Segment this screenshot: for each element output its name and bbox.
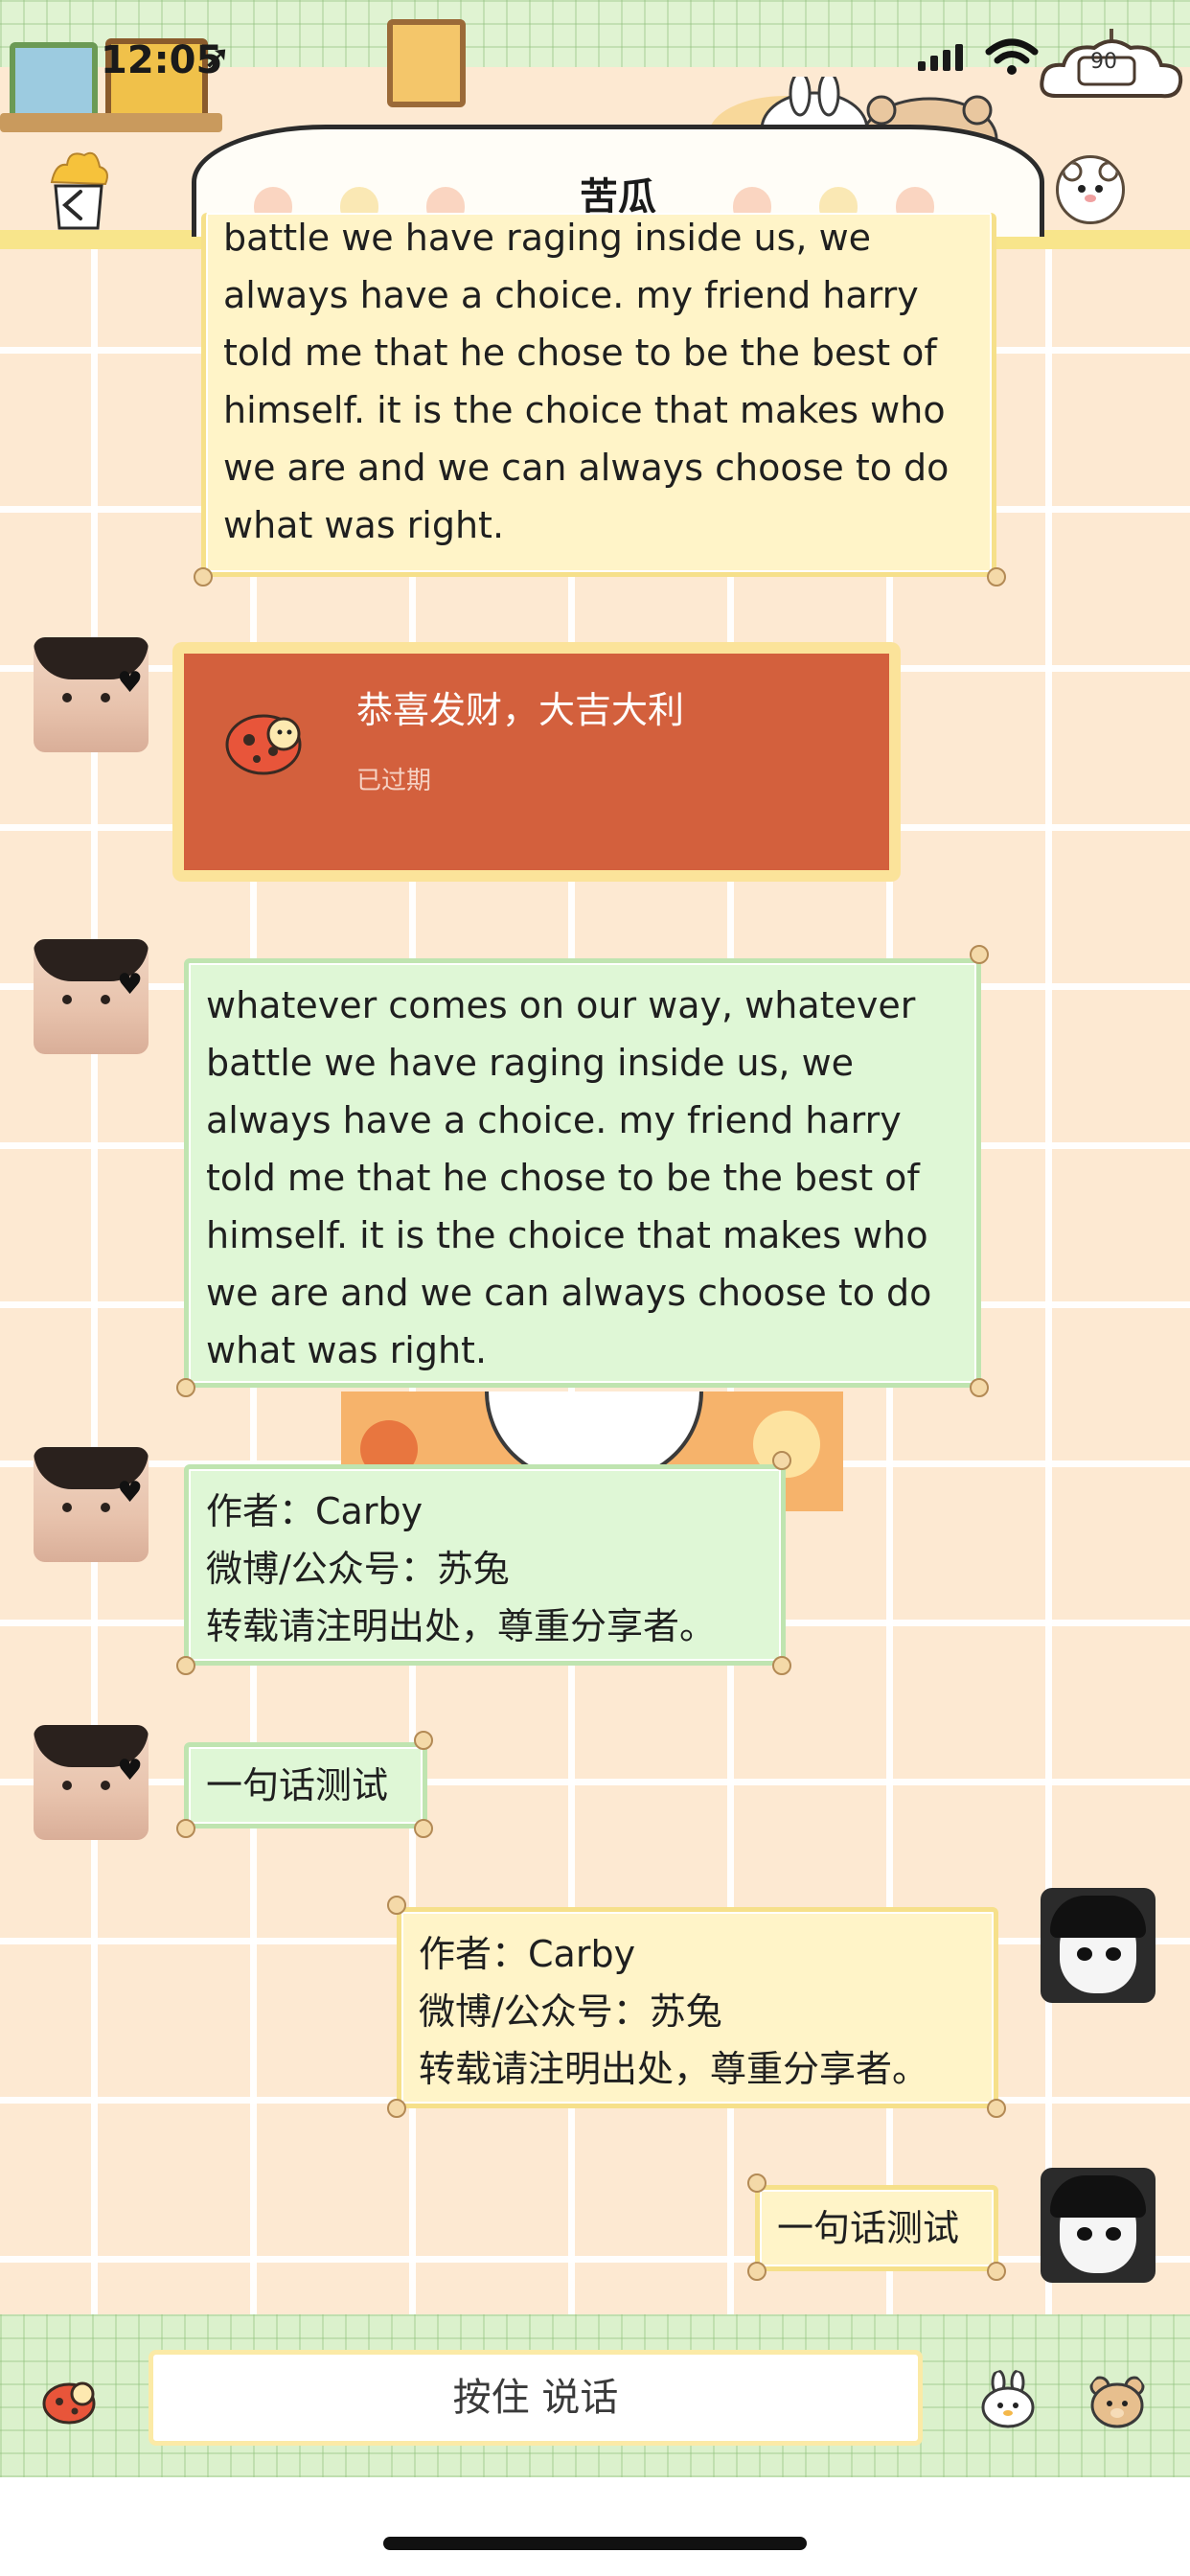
red-packet-title: 恭喜发财，大吉大利 bbox=[356, 689, 685, 731]
red-packet-status: 已过期 bbox=[356, 767, 432, 795]
wifi-icon bbox=[985, 38, 1039, 75]
bubble-corner-decoration bbox=[387, 1896, 406, 1915]
wall-picture-bunny bbox=[10, 42, 98, 123]
bubble-corner-decoration bbox=[414, 1819, 433, 1838]
bubble-corner-decoration bbox=[987, 2262, 1006, 2281]
message-line: told me that he chose to be the best of bbox=[206, 1157, 920, 1199]
message-line: 微博/公众号：苏兔 bbox=[206, 1548, 510, 1590]
message-line: always have a choice. my friend harry bbox=[223, 274, 919, 316]
battery-level: 90 bbox=[1090, 50, 1117, 74]
message-bubble-incoming[interactable]: 一句话测试 bbox=[184, 1742, 427, 1828]
message-line: himself. it is the choice that makes who bbox=[223, 389, 946, 431]
message-line: told me that he chose to be the best of bbox=[223, 332, 937, 374]
message-line: always have a choice. my friend harry bbox=[206, 1099, 902, 1141]
location-arrow-icon: ➚ bbox=[203, 38, 231, 77]
bubble-corner-decoration bbox=[747, 2262, 767, 2281]
message-line: 转载请注明出处，尊重分享者。 bbox=[206, 1605, 717, 1647]
message-line: what was right. bbox=[223, 504, 505, 546]
bubble-corner-decoration bbox=[176, 1656, 195, 1675]
bear-face-icon[interactable] bbox=[1056, 155, 1125, 224]
message-line: what was right. bbox=[206, 1329, 488, 1371]
message-bubble-outgoing[interactable]: 作者：Carby 微博/公众号：苏兔 转载请注明出处，尊重分享者。 bbox=[397, 1907, 998, 2108]
bubble-corner-decoration bbox=[987, 567, 1006, 586]
bubble-corner-decoration bbox=[970, 945, 989, 964]
ladybug-icon[interactable] bbox=[38, 2369, 100, 2430]
hold-to-talk-button[interactable]: 按住 说话 bbox=[149, 2350, 923, 2446]
avatar[interactable] bbox=[1041, 2168, 1156, 2283]
bear-icon[interactable] bbox=[1087, 2369, 1148, 2430]
signal-icon bbox=[918, 44, 963, 71]
bubble-corner-decoration bbox=[176, 1378, 195, 1397]
bunny-icon[interactable] bbox=[977, 2369, 1039, 2430]
message-line: 微博/公众号：苏兔 bbox=[419, 1990, 722, 2033]
message-bubble-outgoing[interactable]: 一句话测试 bbox=[755, 2185, 998, 2271]
bubble-corner-decoration bbox=[176, 1819, 195, 1838]
message-bubble-incoming[interactable]: whatever comes on our way, whatever batt… bbox=[184, 958, 981, 1388]
avatar[interactable]: ♥ bbox=[34, 1447, 149, 1562]
hanging-frame-decoration bbox=[387, 19, 466, 107]
message-line: we are and we can always choose to do bbox=[223, 447, 950, 489]
shelf-decoration bbox=[0, 113, 222, 132]
message-line: battle we have raging inside us, we bbox=[223, 217, 872, 259]
message-line: 作者：Carby bbox=[206, 1490, 423, 1532]
bubble-corner-decoration bbox=[970, 1378, 989, 1397]
red-packet-card[interactable]: 恭喜发财，大吉大利 已过期 bbox=[172, 642, 901, 882]
message-line: 转载请注明出处，尊重分享者。 bbox=[419, 2048, 929, 2090]
message-line: 作者：Carby bbox=[419, 1933, 636, 1975]
bubble-corner-decoration bbox=[772, 1656, 791, 1675]
avatar[interactable]: ♥ bbox=[34, 637, 149, 752]
message-text: 一句话测试 bbox=[206, 1764, 389, 1806]
avatar[interactable]: ♥ bbox=[34, 1725, 149, 1840]
bubble-corner-decoration bbox=[387, 2099, 406, 2118]
ladybug-icon bbox=[225, 714, 302, 775]
avatar[interactable]: ♥ bbox=[34, 939, 149, 1054]
bubble-corner-decoration bbox=[194, 567, 213, 586]
home-indicator-area bbox=[0, 2477, 1190, 2576]
message-line: battle we have raging inside us, we bbox=[206, 1042, 855, 1084]
bubble-corner-decoration bbox=[772, 1451, 791, 1470]
avatar[interactable] bbox=[1041, 1888, 1156, 2003]
message-bubble-outgoing[interactable]: battle we have raging inside us, we alwa… bbox=[201, 213, 996, 577]
message-bubble-incoming[interactable]: 作者：Carby 微博/公众号：苏兔 转载请注明出处，尊重分享者。 bbox=[184, 1464, 786, 1666]
message-line: we are and we can always choose to do bbox=[206, 1272, 932, 1314]
bubble-corner-decoration bbox=[414, 1731, 433, 1750]
back-arrow-icon[interactable] bbox=[42, 144, 115, 230]
message-line: whatever comes on our way, whatever bbox=[206, 984, 916, 1026]
red-packet-body: 恭喜发财，大吉大利 已过期 bbox=[184, 654, 889, 870]
bubble-corner-decoration bbox=[747, 2174, 767, 2193]
message-line: himself. it is the choice that makes who bbox=[206, 1214, 928, 1256]
home-indicator[interactable] bbox=[383, 2537, 807, 2550]
bubble-corner-decoration bbox=[987, 2099, 1006, 2118]
message-text: 一句话测试 bbox=[777, 2207, 960, 2249]
